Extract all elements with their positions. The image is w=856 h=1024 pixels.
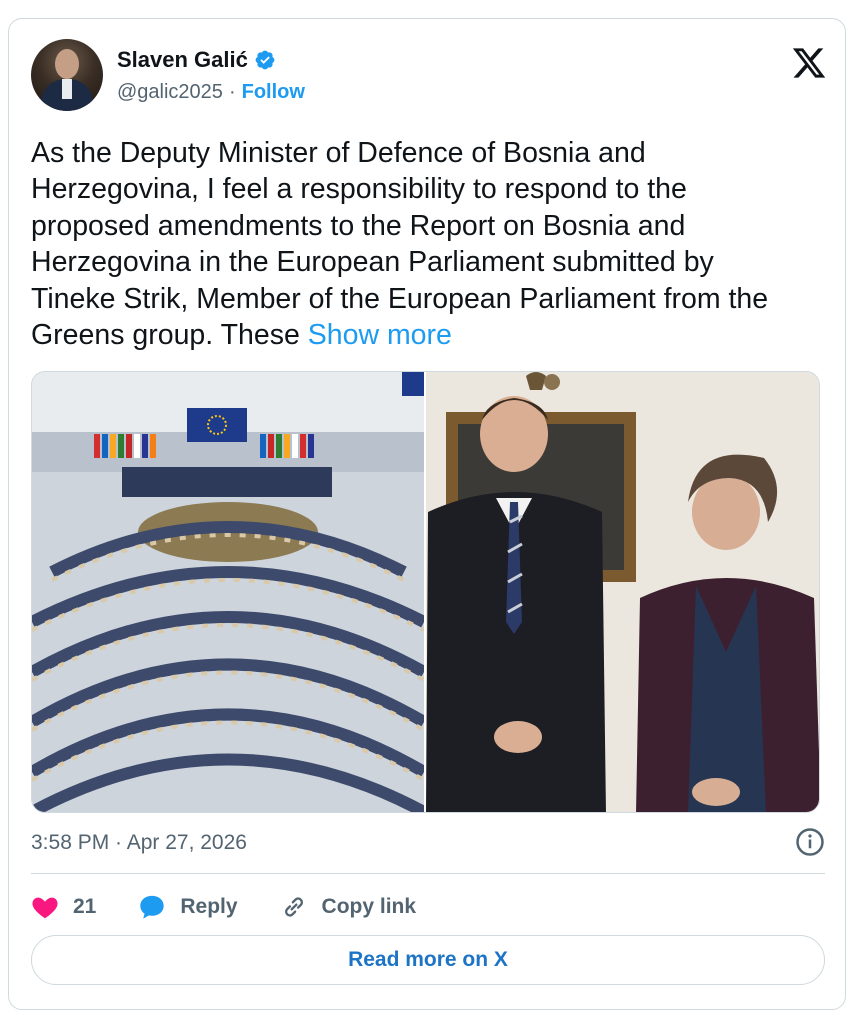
tweet-actions: 21 Reply Copy link — [31, 887, 458, 927]
separator: · — [228, 81, 236, 103]
tweet-header: Slaven Galić @galic2025 · Follow — [31, 39, 827, 115]
avatar[interactable] — [31, 39, 103, 111]
author-handle[interactable]: @galic2025 — [117, 81, 223, 104]
tweet-text: As the Deputy Minister of Defence of Bos… — [31, 135, 831, 353]
like-button[interactable]: 21 — [31, 893, 96, 921]
x-logo-icon[interactable] — [791, 45, 827, 81]
verified-badge-icon — [255, 50, 275, 70]
author-name-row: Slaven Galić — [117, 47, 276, 73]
divider — [31, 873, 825, 874]
reply-bubble-icon — [140, 895, 165, 919]
tweet-card: Slaven Galić @galic2025 · Follow As the … — [8, 18, 846, 1010]
copy-link-button[interactable]: Copy link — [280, 893, 417, 921]
reply-button[interactable]: Reply — [138, 893, 238, 921]
link-icon — [284, 897, 303, 917]
parliament-photo[interactable] — [32, 372, 424, 812]
copy-link-label: Copy link — [321, 895, 417, 918]
reply-label: Reply — [180, 895, 238, 918]
follow-button[interactable]: Follow — [242, 81, 305, 104]
tweet-media[interactable] — [31, 371, 820, 813]
heart-icon — [32, 897, 58, 919]
meeting-photo[interactable] — [426, 372, 819, 812]
show-more-link[interactable]: Show more — [308, 319, 452, 351]
tweet-meta: 3:58 PM · Apr 27, 2026 — [31, 827, 825, 863]
handle-row: @galic2025 · Follow — [117, 81, 305, 104]
info-icon[interactable] — [795, 827, 825, 857]
tweet-timestamp[interactable]: 3:58 PM · Apr 27, 2026 — [31, 831, 247, 855]
like-count: 21 — [73, 895, 97, 918]
author-name[interactable]: Slaven Galić — [117, 47, 248, 73]
read-more-button[interactable]: Read more on X — [31, 935, 825, 985]
